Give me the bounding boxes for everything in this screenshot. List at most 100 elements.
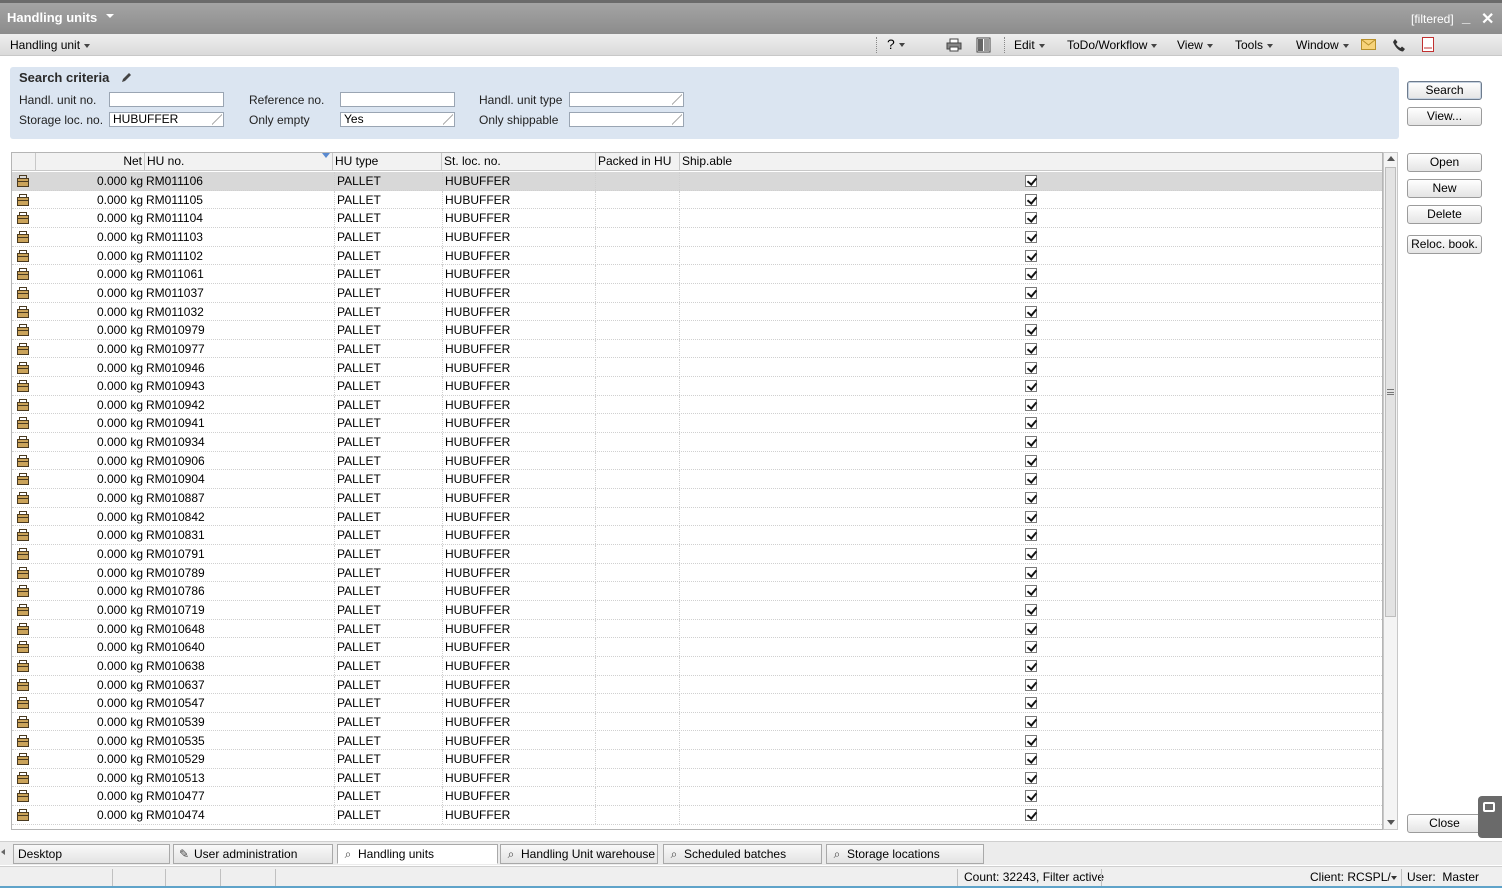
pencil-icon[interactable] xyxy=(120,71,133,84)
table-row[interactable]: 0.000 kg RM010791 PALLET HUBUFFER xyxy=(12,545,1382,564)
table-row[interactable]: 0.000 kg RM010474 PALLET HUBUFFER xyxy=(12,806,1382,825)
shipable-checkbox[interactable] xyxy=(1025,753,1037,766)
table-row[interactable]: 0.000 kg RM010842 PALLET HUBUFFER xyxy=(12,507,1382,527)
storage-loc-no-combo[interactable]: HUBUFFER xyxy=(109,112,224,127)
shipable-checkbox[interactable] xyxy=(1025,473,1037,486)
document-icon[interactable] xyxy=(1422,37,1434,52)
tab-storage-locations[interactable]: ⌕ Storage locations xyxy=(826,844,984,864)
shipable-checkbox[interactable] xyxy=(1025,342,1037,355)
shipable-checkbox[interactable] xyxy=(1025,603,1037,616)
tab-handling-units[interactable]: ⌕ Handling units xyxy=(337,844,498,864)
open-button[interactable]: Open xyxy=(1407,153,1482,172)
table-row[interactable]: 0.000 kg RM011103 PALLET HUBUFFER xyxy=(12,227,1382,247)
table-row[interactable]: 0.000 kg RM010941 PALLET HUBUFFER xyxy=(12,414,1382,434)
table-row[interactable]: 0.000 kg RM010539 PALLET HUBUFFER xyxy=(12,712,1382,732)
menu-window[interactable]: Window xyxy=(1296,38,1349,52)
new-button[interactable]: New xyxy=(1407,179,1482,198)
menu-edit[interactable]: Edit xyxy=(1014,38,1045,52)
column-header-hu-no[interactable]: HU no. xyxy=(145,153,333,171)
client-selector[interactable]: Client: RCSPL/ xyxy=(1310,869,1392,886)
phone-icon[interactable] xyxy=(1392,38,1406,52)
table-row[interactable]: 0.000 kg RM010535 PALLET HUBUFFER xyxy=(12,731,1382,751)
shipable-checkbox[interactable] xyxy=(1025,715,1037,728)
shipable-checkbox[interactable] xyxy=(1025,230,1037,243)
handl-unit-type-combo[interactable] xyxy=(569,92,684,107)
column-header-st-loc-no[interactable]: St. loc. no. xyxy=(442,153,596,171)
table-row[interactable]: 0.000 kg RM011106 PALLET HUBUFFER xyxy=(12,172,1382,191)
shipable-checkbox[interactable] xyxy=(1025,529,1037,542)
table-row[interactable]: 0.000 kg RM010831 PALLET HUBUFFER xyxy=(12,526,1382,545)
tab-user-administration[interactable]: ✎ User administration xyxy=(173,844,333,864)
shipable-checkbox[interactable] xyxy=(1025,585,1037,598)
shipable-checkbox[interactable] xyxy=(1025,249,1037,262)
print-icon[interactable] xyxy=(946,38,962,52)
column-header-icon[interactable] xyxy=(12,153,36,171)
table-scrollbar[interactable] xyxy=(1383,152,1398,830)
shipable-checkbox[interactable] xyxy=(1025,697,1037,710)
table-row[interactable]: 0.000 kg RM010637 PALLET HUBUFFER xyxy=(12,675,1382,695)
table-row[interactable]: 0.000 kg RM010934 PALLET HUBUFFER xyxy=(12,433,1382,452)
table-row[interactable]: 0.000 kg RM010719 PALLET HUBUFFER xyxy=(12,600,1382,620)
handl-unit-no-field[interactable] xyxy=(109,92,224,107)
shipable-checkbox[interactable] xyxy=(1025,622,1037,635)
shipable-checkbox[interactable] xyxy=(1025,436,1037,449)
reloc-book-button[interactable]: Reloc. book. xyxy=(1407,235,1482,254)
help-button[interactable]: ? xyxy=(887,36,905,52)
shipable-checkbox[interactable] xyxy=(1025,398,1037,411)
shipable-checkbox[interactable] xyxy=(1025,809,1037,822)
shipable-checkbox[interactable] xyxy=(1025,286,1037,299)
shipable-checkbox[interactable] xyxy=(1025,361,1037,374)
column-header-packed-in-hu[interactable]: Packed in HU xyxy=(596,153,680,171)
shipable-checkbox[interactable] xyxy=(1025,771,1037,784)
shipable-checkbox[interactable] xyxy=(1025,417,1037,430)
shipable-checkbox[interactable] xyxy=(1025,678,1037,691)
shipable-checkbox[interactable] xyxy=(1025,268,1037,281)
close-button[interactable]: Close xyxy=(1407,814,1482,833)
shipable-checkbox[interactable] xyxy=(1025,734,1037,747)
shipable-checkbox[interactable] xyxy=(1025,175,1037,187)
shipable-checkbox[interactable] xyxy=(1025,193,1037,206)
table-row[interactable]: 0.000 kg RM011105 PALLET HUBUFFER xyxy=(12,190,1382,210)
shipable-checkbox[interactable] xyxy=(1025,305,1037,318)
column-header-hu-type[interactable]: HU type xyxy=(333,153,442,171)
table-row[interactable]: 0.000 kg RM011104 PALLET HUBUFFER xyxy=(12,209,1382,228)
table-row[interactable]: 0.000 kg RM010547 PALLET HUBUFFER xyxy=(12,694,1382,713)
table-row[interactable]: 0.000 kg RM010904 PALLET HUBUFFER xyxy=(12,470,1382,490)
scroll-up-icon[interactable] xyxy=(1387,156,1395,161)
tabs-scroll-left-icon[interactable] xyxy=(1,849,5,855)
shipable-checkbox[interactable] xyxy=(1025,510,1037,523)
table-row[interactable]: 0.000 kg RM010638 PALLET HUBUFFER xyxy=(12,656,1382,676)
minimize-button[interactable]: _ xyxy=(1462,9,1470,26)
shipable-checkbox[interactable] xyxy=(1025,566,1037,579)
window-title[interactable]: Handling units xyxy=(7,10,97,25)
shipable-checkbox[interactable] xyxy=(1025,454,1037,467)
shipable-checkbox[interactable] xyxy=(1025,324,1037,337)
menu-view[interactable]: View xyxy=(1177,38,1213,52)
table-row[interactable]: 0.000 kg RM011061 PALLET HUBUFFER xyxy=(12,265,1382,284)
delete-button[interactable]: Delete xyxy=(1407,205,1482,224)
table-row[interactable]: 0.000 kg RM010529 PALLET HUBUFFER xyxy=(12,750,1382,769)
only-empty-combo[interactable]: Yes xyxy=(340,112,455,127)
shipable-checkbox[interactable] xyxy=(1025,659,1037,672)
shipable-checkbox[interactable] xyxy=(1025,212,1037,225)
table-row[interactable]: 0.000 kg RM010640 PALLET HUBUFFER xyxy=(12,638,1382,657)
table-row[interactable]: 0.000 kg RM011037 PALLET HUBUFFER xyxy=(12,283,1382,303)
table-row[interactable]: 0.000 kg RM010887 PALLET HUBUFFER xyxy=(12,489,1382,508)
table-row[interactable]: 0.000 kg RM010477 PALLET HUBUFFER xyxy=(12,787,1382,807)
columns-icon[interactable] xyxy=(976,37,991,53)
shipable-checkbox[interactable] xyxy=(1025,380,1037,393)
shipable-checkbox[interactable] xyxy=(1025,548,1037,560)
table-row[interactable]: 0.000 kg RM010943 PALLET HUBUFFER xyxy=(12,377,1382,396)
shipable-checkbox[interactable] xyxy=(1025,641,1037,654)
only-shippable-combo[interactable] xyxy=(569,112,684,127)
scroll-down-icon[interactable] xyxy=(1387,820,1395,825)
table-row[interactable]: 0.000 kg RM011032 PALLET HUBUFFER xyxy=(12,302,1382,322)
column-header-shipable[interactable]: Ship.able xyxy=(680,153,1382,171)
close-window-button[interactable]: ✕ xyxy=(1481,9,1494,29)
table-row[interactable]: 0.000 kg RM011102 PALLET HUBUFFER xyxy=(12,246,1382,266)
shipable-checkbox[interactable] xyxy=(1025,492,1037,505)
search-button[interactable]: Search xyxy=(1407,81,1482,100)
table-row[interactable]: 0.000 kg RM010648 PALLET HUBUFFER xyxy=(12,619,1382,639)
menu-handling-unit[interactable]: Handling unit xyxy=(10,38,91,52)
table-row[interactable]: 0.000 kg RM010906 PALLET HUBUFFER xyxy=(12,451,1382,471)
